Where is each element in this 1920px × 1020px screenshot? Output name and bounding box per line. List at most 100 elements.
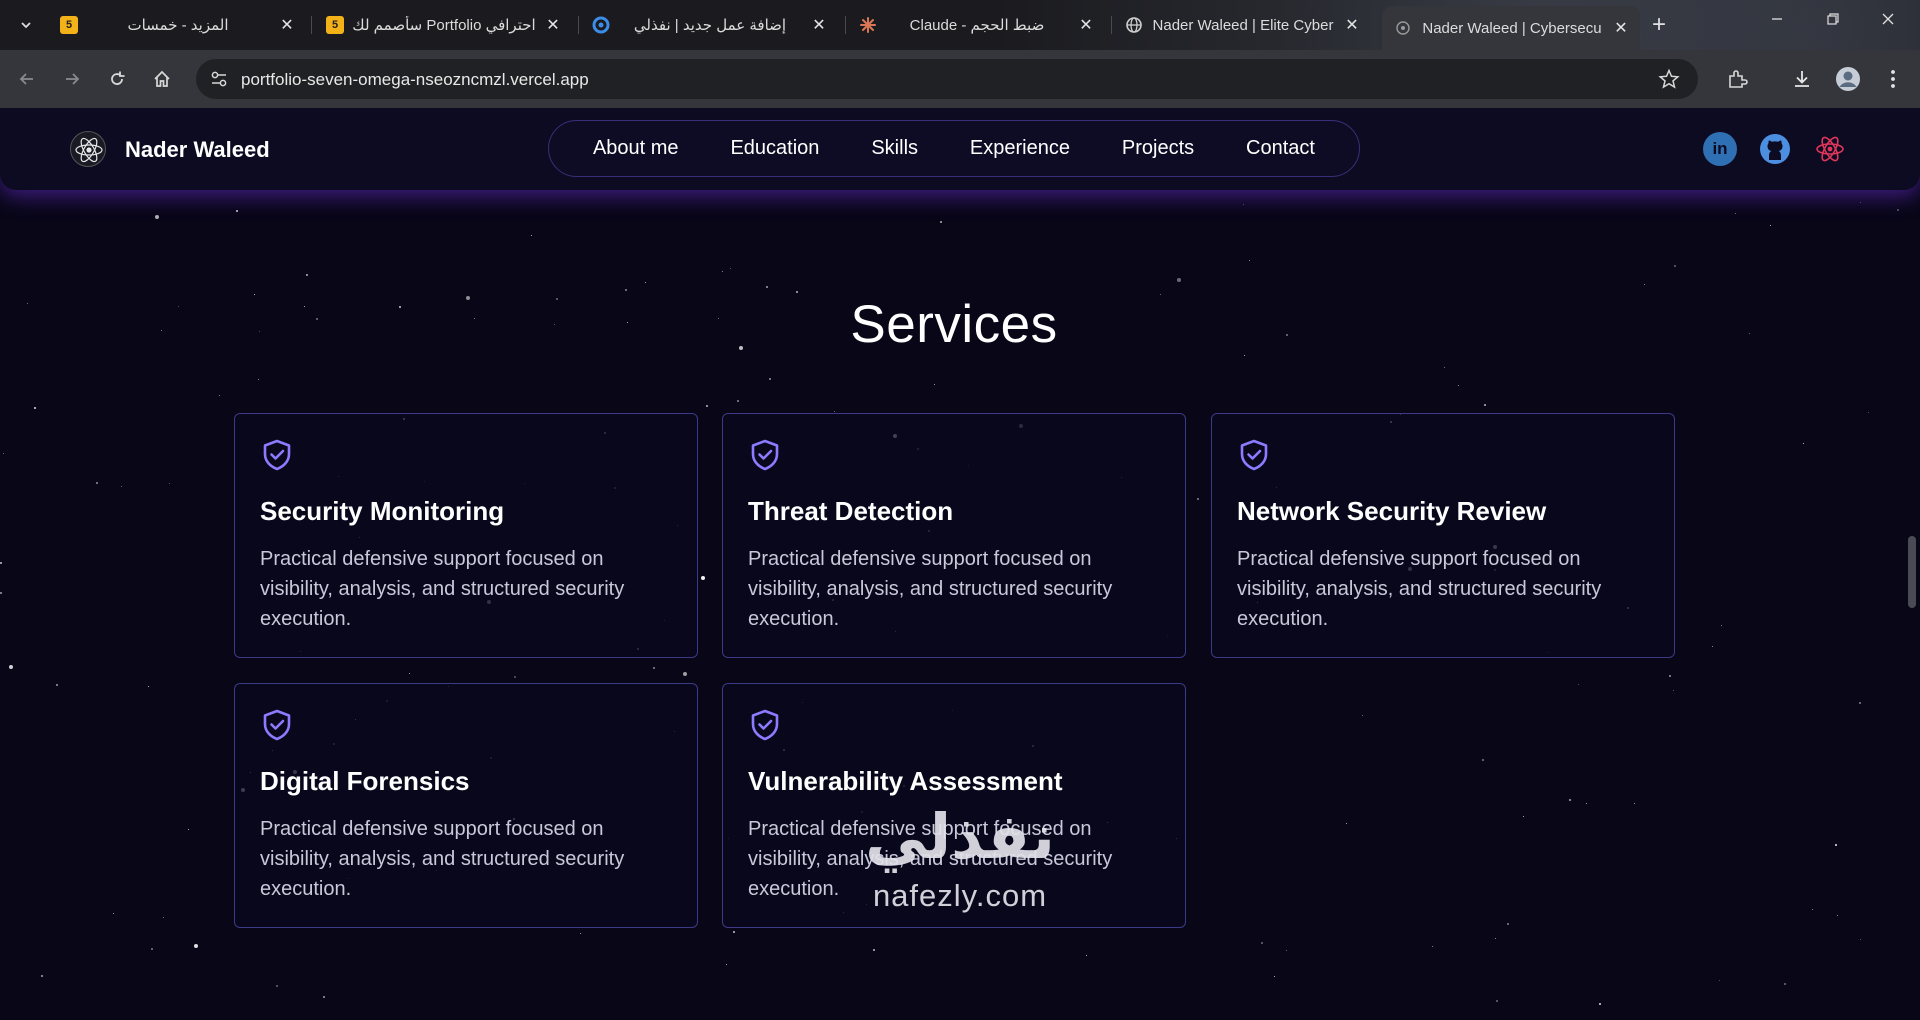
star-dot — [1569, 799, 1571, 801]
star-dot — [1644, 284, 1646, 286]
star-dot — [1274, 976, 1276, 978]
download-icon[interactable] — [1787, 64, 1817, 94]
browser-tab[interactable]: إضافة عمل جديد | نفذلي ✕ — [580, 8, 838, 42]
star-dot — [121, 486, 123, 488]
star-dot — [683, 672, 687, 676]
globe-icon — [1125, 16, 1143, 34]
tab-close-icon[interactable]: ✕ — [1077, 15, 1095, 35]
star-dot — [1249, 260, 1251, 262]
shield-check-icon — [263, 709, 291, 741]
browser-tab[interactable]: Nader Waleed | Elite Cyber ✕ — [1113, 8, 1371, 42]
browser-tab[interactable]: 5 المزيد - خمسات ✕ — [48, 8, 306, 42]
github-icon[interactable] — [1758, 132, 1792, 166]
browser-tab[interactable]: Claude - ضبط الحجم ✕ — [847, 8, 1105, 42]
site-favicon-icon — [1394, 19, 1412, 37]
tab-close-icon[interactable]: ✕ — [1343, 15, 1361, 35]
new-tab-button[interactable]: + — [1652, 11, 1666, 39]
site-info-icon[interactable] — [208, 68, 230, 95]
tab-close-icon[interactable]: ✕ — [278, 15, 296, 35]
star-dot — [940, 221, 942, 223]
profile-avatar[interactable] — [1833, 64, 1863, 94]
address-bar[interactable]: portfolio-seven-omega-nseozncmzl.vercel.… — [196, 59, 1698, 99]
star-dot — [1586, 803, 1588, 805]
extensions-icon[interactable] — [1722, 64, 1752, 94]
star-dot — [1784, 983, 1786, 985]
khamsat-favicon-icon: 5 — [60, 16, 78, 34]
service-title: Threat Detection — [748, 496, 954, 526]
star-dot — [0, 592, 2, 594]
nafezly-watermark-latin: nafezly.com — [872, 878, 1048, 913]
tab-close-icon[interactable]: ✕ — [544, 15, 562, 35]
service-card-digital-forensics[interactable]: Digital Forensics Practical defensive su… — [234, 683, 698, 928]
star-dot — [1634, 803, 1636, 805]
star-dot — [0, 562, 2, 564]
nav-item-skills[interactable]: Skills — [871, 137, 918, 160]
star-dot — [1086, 955, 1088, 957]
react-icon[interactable] — [1813, 132, 1847, 166]
star-dot — [1860, 202, 1862, 204]
browser-menu-icon[interactable] — [1878, 64, 1908, 94]
star-dot — [706, 405, 708, 407]
star-dot — [258, 379, 260, 381]
shield-check-icon — [1240, 439, 1268, 471]
star-dot — [1674, 265, 1676, 267]
star-dot — [737, 400, 739, 402]
tab-separator — [311, 16, 312, 34]
star-dot — [34, 407, 36, 409]
browser-tabstrip: 5 المزيد - خمسات ✕ 5 سأصمم لك Portfolio … — [0, 0, 1920, 50]
restore-icon[interactable] — [1818, 10, 1848, 31]
nav-item-education[interactable]: Education — [730, 137, 819, 160]
nav-item-about-me[interactable]: About me — [593, 137, 679, 160]
service-card-threat-detection[interactable]: Threat Detection Practical defensive sup… — [722, 413, 1186, 658]
star-dot — [188, 829, 190, 831]
linkedin-icon[interactable]: in — [1703, 132, 1737, 166]
star-dot — [113, 913, 115, 915]
page-scrollbar[interactable] — [1908, 536, 1916, 608]
back-icon[interactable] — [12, 64, 42, 94]
star-dot — [306, 274, 308, 276]
star-dot — [194, 944, 198, 948]
minimize-icon[interactable] — [1762, 10, 1792, 31]
browser-toolbar: portfolio-seven-omega-nseozncmzl.vercel.… — [0, 50, 1920, 108]
shield-check-icon — [751, 709, 779, 741]
brand-name[interactable]: Nader Waleed — [125, 137, 270, 163]
star-dot — [41, 975, 43, 977]
browser-tab[interactable]: 5 سأصمم لك Portfolio احترافي ✕ — [314, 8, 572, 42]
star-dot — [9, 665, 13, 669]
star-dot — [514, 676, 516, 678]
star-dot — [1868, 412, 1870, 414]
star-dot — [645, 282, 647, 284]
star-dot — [1835, 844, 1837, 846]
url-text[interactable]: portfolio-seven-omega-nseozncmzl.vercel.… — [241, 70, 589, 90]
tab-close-icon[interactable]: ✕ — [810, 15, 828, 35]
service-card-network-security-review[interactable]: Network Security Review Practical defens… — [1211, 413, 1675, 658]
tab-close-icon[interactable]: ✕ — [1612, 18, 1630, 38]
service-title: Security Monitoring — [260, 496, 505, 526]
bookmark-star-icon[interactable] — [1658, 68, 1680, 95]
star-dot — [796, 291, 798, 293]
service-title: Digital Forensics — [260, 766, 470, 796]
brand-logo-icon[interactable] — [70, 131, 106, 167]
browser-tab-active[interactable]: Nader Waleed | Cybersecu ✕ — [1382, 6, 1640, 50]
tab-search-button[interactable] — [10, 10, 42, 40]
service-card-security-monitoring[interactable]: Security Monitoring Practical defensive … — [234, 413, 698, 658]
nav-item-contact[interactable]: Contact — [1246, 137, 1315, 160]
service-description: Practical defensive support focused on v… — [1237, 548, 1602, 630]
home-icon[interactable] — [147, 64, 177, 94]
star-dot — [769, 378, 771, 380]
star-dot — [151, 948, 153, 950]
star-dot — [96, 482, 98, 484]
nav-item-experience[interactable]: Experience — [970, 137, 1070, 160]
tab-title: المزيد - خمسات — [127, 17, 229, 34]
nafezly-watermark-arabic: نفذلي — [865, 800, 1055, 873]
tab-title: سأصمم لك Portfolio احترافي — [352, 17, 536, 34]
forward-icon[interactable] — [57, 64, 87, 94]
reload-icon[interactable] — [102, 64, 132, 94]
star-dot — [169, 483, 171, 485]
close-window-icon[interactable] — [1873, 10, 1903, 31]
star-dot — [1812, 909, 1814, 911]
star-dot — [56, 684, 58, 686]
star-dot — [236, 210, 238, 212]
nav-item-projects[interactable]: Projects — [1122, 137, 1194, 160]
star-dot — [1362, 715, 1364, 717]
